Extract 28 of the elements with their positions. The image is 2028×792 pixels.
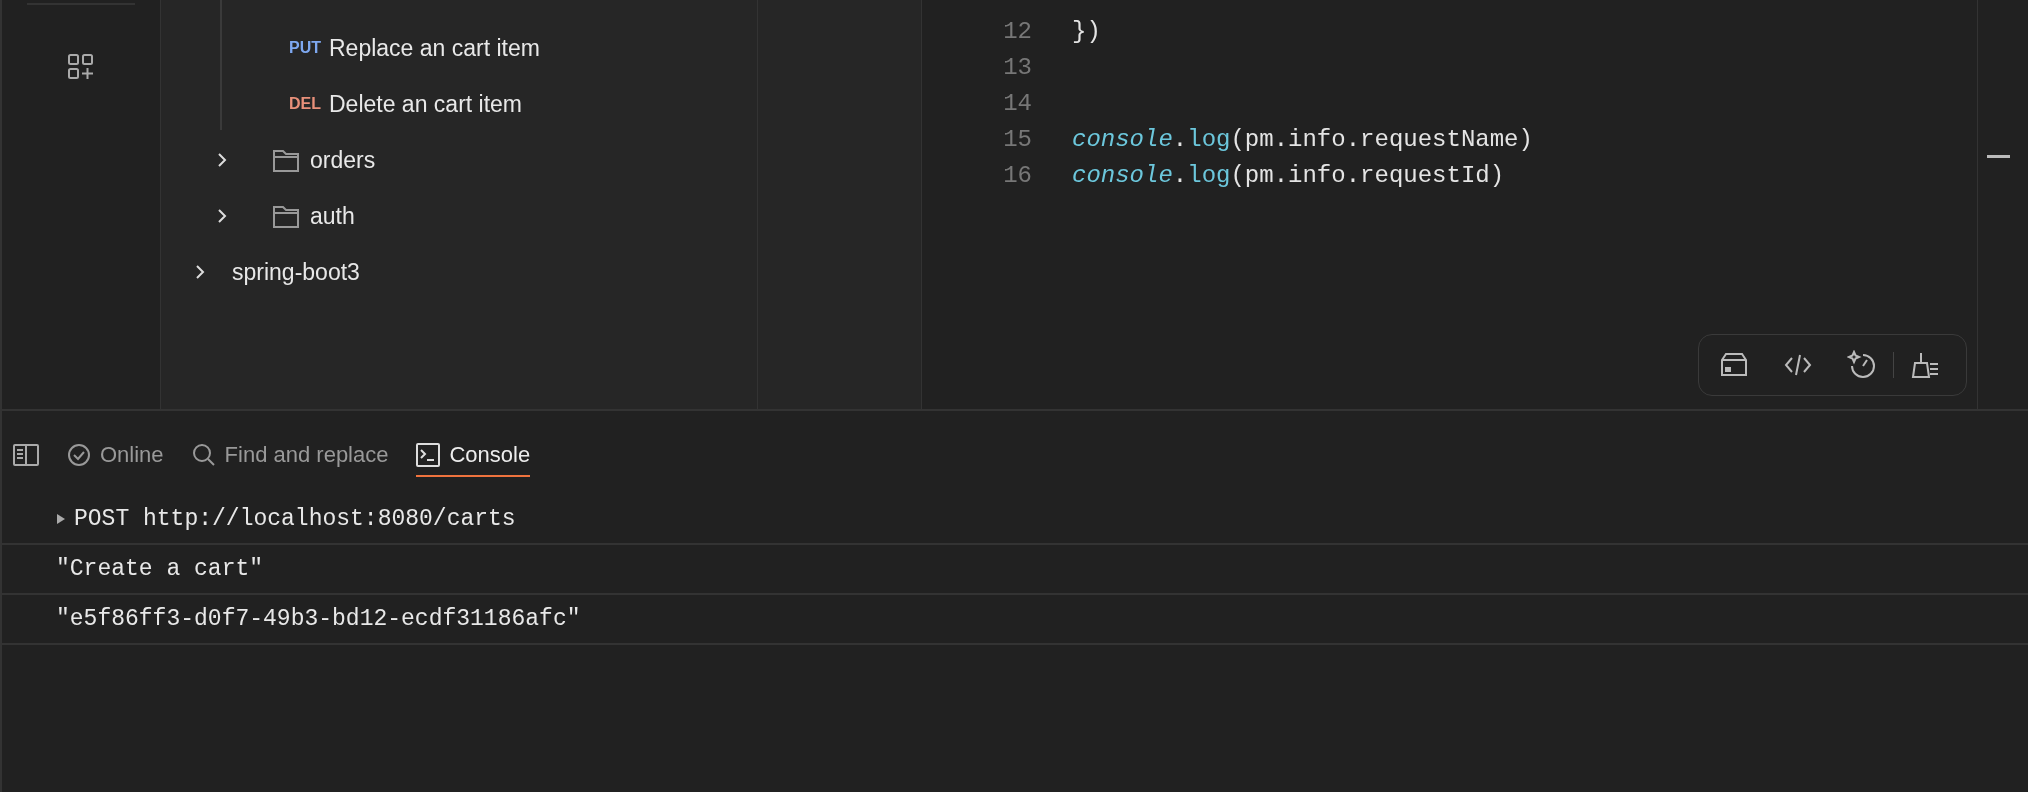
expand-triangle-icon[interactable]: [56, 514, 66, 524]
broom-icon[interactable]: [1910, 350, 1940, 380]
console-tab[interactable]: Online: [67, 433, 164, 477]
tree-item-label[interactable]: auth: [310, 202, 355, 230]
tree-item-label[interactable]: orders: [310, 146, 376, 174]
console-tab[interactable]: Console: [416, 433, 531, 477]
add-widget-icon[interactable]: [67, 53, 95, 81]
code-line: console.log(pm.info.requestName): [1072, 125, 1533, 153]
sidebar-toggle-icon[interactable]: [13, 444, 39, 466]
line-number: 13: [1002, 53, 1032, 81]
tree-item[interactable]: PUT Replace an cart item: [220, 20, 757, 76]
code-line: }): [1072, 17, 1101, 45]
line-number: 16: [1002, 161, 1032, 189]
log-entry: "e5f86ff3-d0f7-49b3-bd12-ecdf31186afc": [56, 606, 581, 632]
console-tab[interactable]: Find and replace: [191, 433, 389, 477]
search-icon: [191, 443, 216, 467]
check-circle-icon: [67, 443, 91, 467]
tree-item[interactable]: DEL Delete an cart item: [220, 76, 757, 132]
terminal-icon: [416, 443, 441, 467]
log-entry: POST http://localhost:8080/carts: [74, 506, 516, 532]
line-number: 12: [1002, 17, 1032, 45]
line-number: 15: [1002, 125, 1032, 153]
sparkle-gauge-icon[interactable]: [1847, 350, 1877, 380]
code-line: console.log(pm.info.requestId): [1072, 161, 1505, 189]
scrollbar[interactable]: [1977, 0, 2011, 409]
tree-item-label[interactable]: spring-boot3: [232, 258, 360, 286]
line-number: 14: [1002, 89, 1032, 117]
log-entry: "Create a cart": [56, 556, 264, 582]
